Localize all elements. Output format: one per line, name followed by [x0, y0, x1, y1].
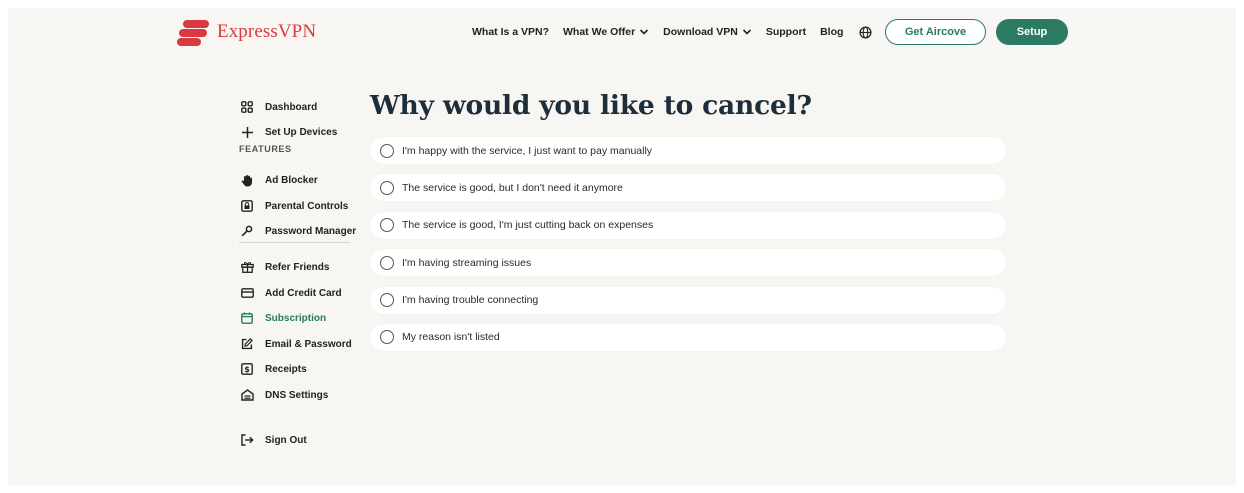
option-label: The service is good, I'm just cutting ba… — [402, 219, 654, 232]
sidebar-item-password-manager[interactable]: Password Manager — [240, 224, 356, 238]
globe-icon[interactable] — [859, 25, 872, 39]
cancel-reason-option[interactable]: My reason isn't listed — [370, 323, 1006, 351]
sidebar-item-receipts[interactable]: $ Receipts — [240, 362, 307, 376]
sidebar-item-label: Parental Controls — [265, 200, 349, 212]
radio-button[interactable] — [380, 143, 394, 158]
option-label: The service is good, but I don't need it… — [402, 181, 623, 194]
option-label: I'm happy with the service, I just want … — [402, 144, 653, 157]
radio-button[interactable] — [380, 255, 394, 270]
option-label: I'm having trouble connecting — [402, 294, 539, 307]
sidebar-item-label: DNS Settings — [265, 389, 329, 401]
top-nav: What Is a VPN? What We Offer Download VP… — [472, 19, 872, 45]
nav-what-we-offer[interactable]: What We Offer — [563, 26, 649, 38]
sidebar-item-label: Refer Friends — [265, 261, 330, 273]
hand-icon — [240, 173, 254, 187]
sidebar-item-label: Dashboard — [265, 101, 318, 113]
sidebar-item-label: Subscription — [265, 312, 327, 324]
option-label: I'm having streaming issues — [402, 256, 532, 269]
sidebar-item-label: Add Credit Card — [265, 287, 342, 299]
sidebar-item-email-password[interactable]: Email & Password — [240, 337, 352, 351]
get-aircove-button[interactable]: Get Aircove — [885, 19, 986, 45]
nav-support[interactable]: Support — [766, 26, 806, 38]
sidebar-item-label: Receipts — [265, 363, 307, 375]
cancel-reason-option[interactable]: The service is good, I'm just cutting ba… — [370, 211, 1006, 239]
nav-blog[interactable]: Blog — [820, 26, 843, 38]
logo-text: ExpressVPN — [217, 21, 317, 42]
credit-card-icon — [240, 286, 254, 300]
sidebar-item-label: Password Manager — [265, 225, 357, 237]
nav-label: What We Offer — [563, 26, 636, 38]
svg-text:$: $ — [244, 365, 250, 374]
cancel-reason-option[interactable]: The service is good, but I don't need it… — [370, 174, 1006, 202]
sidebar-divider — [239, 242, 350, 243]
cancel-reason-option[interactable]: I'm happy with the service, I just want … — [370, 137, 1006, 164]
sidebar-item-label: Ad Blocker — [265, 174, 318, 186]
gift-icon — [240, 260, 254, 274]
cancel-reason-option[interactable]: I'm having trouble connecting — [370, 286, 1006, 314]
sidebar-item-add-credit-card[interactable]: Add Credit Card — [240, 286, 342, 300]
calendar-icon — [240, 311, 254, 325]
setup-button[interactable]: Setup — [996, 19, 1068, 45]
plus-icon — [240, 125, 254, 139]
option-label: My reason isn't listed — [402, 331, 500, 344]
chevron-down-icon — [640, 29, 649, 35]
grid-icon — [240, 100, 254, 114]
radio-button[interactable] — [380, 180, 394, 195]
page-title: Why would you like to cancel? — [370, 90, 812, 121]
sidebar-item-set-up-devices[interactable]: Set Up Devices — [240, 125, 337, 139]
sidebar-item-dns-settings[interactable]: DNS Settings — [240, 388, 328, 402]
radio-button[interactable] — [380, 293, 394, 308]
sidebar-item-label: Set Up Devices — [265, 126, 338, 138]
expressvpn-logo[interactable]: ExpressVPN — [177, 18, 316, 46]
nav-label: What Is a VPN? — [472, 26, 550, 38]
sign-out-icon — [240, 433, 254, 447]
sidebar-item-parental-controls[interactable]: Parental Controls — [240, 199, 348, 213]
sidebar-item-refer-friends[interactable]: Refer Friends — [240, 260, 329, 274]
sidebar-item-ad-blocker[interactable]: Ad Blocker — [240, 173, 318, 187]
sidebar-item-subscription[interactable]: Subscription — [240, 311, 326, 325]
radio-button[interactable] — [380, 330, 394, 345]
nav-label: Download VPN — [663, 26, 738, 38]
edit-icon — [240, 337, 254, 351]
sidebar-item-label: Email & Password — [265, 338, 352, 350]
key-icon — [240, 224, 254, 238]
sidebar-item-label: Sign Out — [265, 434, 307, 446]
nav-what-is-a-vpn[interactable]: What Is a VPN? — [472, 26, 549, 38]
sidebar-item-sign-out[interactable]: Sign Out — [240, 433, 307, 447]
chevron-down-icon — [742, 29, 751, 35]
nav-label: Blog — [820, 26, 844, 38]
dns-icon — [240, 388, 254, 402]
features-heading: FEATURES — [239, 144, 292, 154]
sidebar-item-dashboard[interactable]: Dashboard — [240, 100, 317, 114]
logo-mark-icon — [177, 18, 211, 46]
receipt-icon: $ — [240, 362, 254, 376]
nav-download-vpn[interactable]: Download VPN — [663, 26, 752, 38]
cancel-reason-list: I'm happy with the service, I just want … — [370, 137, 1006, 361]
nav-label: Support — [765, 26, 807, 38]
cancel-reason-option[interactable]: I'm having streaming issues — [370, 249, 1006, 277]
radio-button[interactable] — [380, 218, 394, 233]
lock-icon — [240, 199, 254, 213]
